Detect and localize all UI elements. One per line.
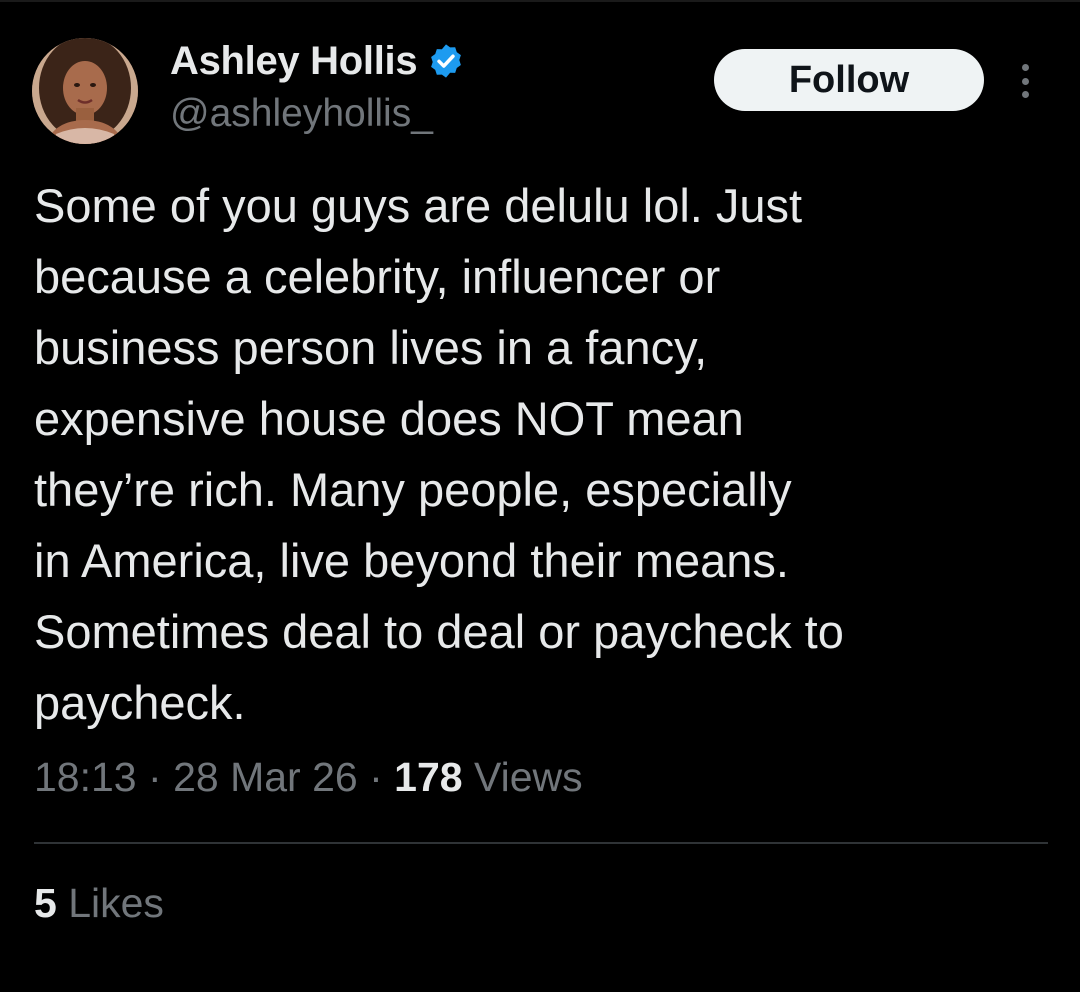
author-display-name[interactable]: Ashley Hollis	[170, 39, 418, 84]
more-dot	[1021, 64, 1029, 71]
tweet-text-line: they’re rich. Many people, especially	[34, 463, 792, 516]
more-dot	[1021, 91, 1029, 98]
views-count: 178	[394, 754, 463, 800]
tweet-text: Some of you guys are delulu lol. Just be…	[34, 170, 1044, 738]
meta-separator: ·	[369, 754, 383, 800]
more-dot	[1021, 77, 1029, 85]
top-border	[0, 0, 1080, 2]
follow-button[interactable]: Follow	[714, 49, 984, 111]
likes-label: Likes	[68, 880, 164, 926]
more-options-icon[interactable]	[1010, 58, 1040, 104]
likes-link[interactable]: 5 Likes	[34, 880, 164, 927]
tweet-text-line: expensive house does NOT mean	[34, 392, 744, 445]
tweet-text-line: Sometimes deal to deal or paycheck to	[34, 605, 844, 658]
meta-separator: ·	[148, 754, 162, 800]
likes-count: 5	[34, 880, 57, 926]
tweet-text-line: Some of you guys are delulu lol. Just	[34, 179, 803, 232]
avatar-image	[32, 38, 138, 144]
tweet-text-line: because a celebrity, influencer or	[34, 250, 721, 303]
tweet-metadata: 18:13 · 28 Mar 26 · 178 Views	[34, 754, 583, 801]
views-label: Views	[473, 754, 583, 800]
tweet-text-line: business person lives in a fancy,	[34, 321, 708, 374]
avatar[interactable]	[32, 38, 138, 144]
tweet-time[interactable]: 18:13	[34, 754, 137, 800]
divider	[34, 842, 1048, 844]
tweet-text-line: in America, live beyond their means.	[34, 534, 789, 587]
tweet-date[interactable]: 28 Mar 26	[173, 754, 358, 800]
verified-badge-icon[interactable]	[427, 42, 465, 80]
author-name-row: Ashley Hollis	[170, 36, 465, 86]
author-handle[interactable]: @ashleyhollis_	[170, 92, 433, 136]
tweet-text-line: paycheck.	[34, 676, 246, 729]
